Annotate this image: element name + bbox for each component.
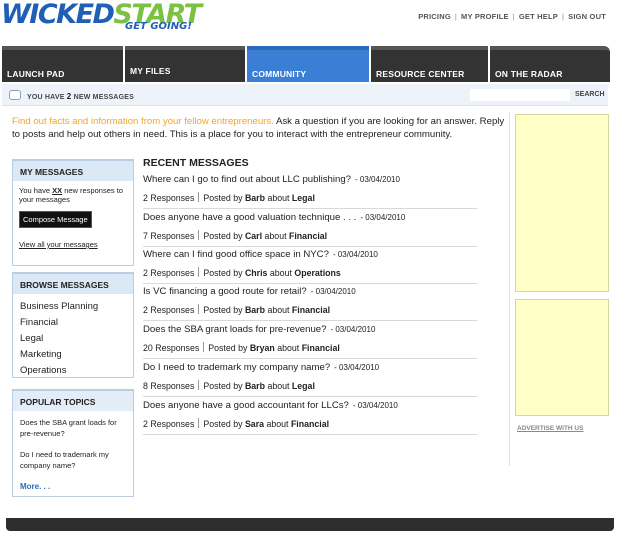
message-category[interactable]: Financial (302, 343, 340, 353)
popular-topics-panel: POPULAR TOPICS Does the SBA grant loads … (12, 389, 134, 497)
envelope-icon[interactable] (9, 90, 21, 100)
message-question[interactable]: Does the SBA grant loads for pre-revenue… (143, 324, 326, 335)
my-messages-panel: MY MESSAGES You have XX new responses to… (12, 159, 134, 266)
response-count[interactable]: 8 Responses (143, 381, 194, 391)
ad-slot-bottom[interactable] (515, 299, 609, 416)
message-date: - 03/04/2010 (332, 250, 378, 259)
search-button[interactable]: SEARCH (575, 91, 605, 98)
sign-out-link[interactable]: SIGN OUT (568, 12, 606, 21)
search-input[interactable] (470, 89, 570, 101)
my-messages-title: MY MESSAGES (13, 161, 133, 181)
message-date: - 03/04/2010 (334, 363, 380, 372)
response-count[interactable]: 2 Responses (143, 193, 194, 203)
browse-item-financial[interactable]: Financial (20, 315, 126, 331)
response-count[interactable]: 2 Responses (143, 305, 194, 315)
message-question[interactable]: Where can I go to find out about LLC pub… (143, 174, 351, 185)
message-author[interactable]: Carl (245, 231, 262, 241)
message-category[interactable]: Legal (292, 381, 315, 391)
browse-item-marketing[interactable]: Marketing (20, 347, 126, 363)
intro-text: Find out facts and information from your… (12, 115, 510, 141)
advertise-with-us-link[interactable]: ADVERTISE WITH US (517, 425, 583, 432)
my-profile-link[interactable]: MY PROFILE (461, 12, 509, 21)
message-question[interactable]: Does anyone have a good valuation techni… (143, 212, 356, 223)
message-author[interactable]: Sara (245, 419, 264, 429)
list-item: Where can I find good office space in NY… (143, 246, 477, 284)
message-category[interactable]: Operations (294, 268, 340, 278)
list-item: Does the SBA grant loads for pre-revenue… (143, 321, 477, 359)
pricing-link[interactable]: PRICING (418, 12, 451, 21)
popular-topic[interactable]: Do I need to trademark my company name? (20, 449, 126, 471)
compose-message-button[interactable]: Compose Message (19, 211, 92, 228)
response-count[interactable]: 20 Responses (143, 343, 199, 353)
logo-tagline: GET GOING! (125, 21, 192, 32)
message-author[interactable]: Barb (245, 381, 265, 391)
browse-item-operations[interactable]: Operations (20, 363, 126, 379)
message-category[interactable]: Financial (289, 231, 327, 241)
response-count[interactable]: 2 Responses (143, 268, 194, 278)
list-item: Does anyone have a good accountant for L… (143, 397, 477, 435)
message-question[interactable]: Does anyone have a good accountant for L… (143, 400, 349, 411)
column-divider (509, 112, 510, 466)
new-messages-notice[interactable]: YOU HAVE 2 NEW MESSAGES (27, 92, 134, 101)
message-date: - 03/04/2010 (352, 401, 398, 410)
list-item: Does anyone have a good valuation techni… (143, 209, 477, 247)
message-date: - 03/04/2010 (330, 325, 376, 334)
message-date: - 03/04/2010 (360, 213, 406, 222)
ad-slot-top[interactable] (515, 114, 609, 292)
new-responses-text: You have XX new responses to your messag… (19, 186, 123, 204)
top-links: PRICING | MY PROFILE | GET HELP | SIGN OUT (418, 12, 606, 21)
list-item: Where can I go to find out about LLC pub… (143, 171, 477, 209)
message-author[interactable]: Barb (245, 193, 265, 203)
browse-item-business-planning[interactable]: Business Planning (20, 299, 126, 315)
response-count[interactable]: 7 Responses (143, 231, 194, 241)
message-category[interactable]: Financial (292, 305, 330, 315)
popular-topics-title: POPULAR TOPICS (13, 391, 133, 411)
message-question[interactable]: Do I need to trademark my company name? (143, 362, 330, 373)
get-help-link[interactable]: GET HELP (519, 12, 558, 21)
message-date: - 03/04/2010 (355, 175, 400, 184)
browse-messages-title: BROWSE MESSAGES (13, 274, 133, 294)
response-count[interactable]: 2 Responses (143, 419, 194, 429)
message-question[interactable]: Is VC financing a good route for retail? (143, 286, 307, 297)
browse-messages-panel: BROWSE MESSAGES Business Planning Financ… (12, 272, 134, 378)
tab-my-files[interactable]: MY FILES (125, 46, 245, 82)
tab-on-the-radar[interactable]: ON THE RADAR (490, 46, 610, 82)
list-item: Do I need to trademark my company name? -… (143, 359, 477, 397)
popular-topic[interactable]: Does the SBA grant loads for pre-revenue… (20, 417, 126, 439)
browse-item-legal[interactable]: Legal (20, 331, 126, 347)
message-category[interactable]: Legal (292, 193, 315, 203)
message-bar: YOU HAVE 2 NEW MESSAGES SEARCH (2, 84, 608, 106)
view-all-messages-link[interactable]: View all your messages (19, 240, 127, 249)
footer-bar (6, 518, 614, 531)
recent-messages-title: RECENT MESSAGES (143, 157, 249, 169)
tab-launch-pad[interactable]: LAUNCH PAD (2, 46, 123, 82)
message-author[interactable]: Chris (245, 268, 268, 278)
intro-highlight: Find out facts and information from your… (12, 116, 274, 127)
tab-community[interactable]: COMMUNITY (247, 46, 369, 82)
message-author[interactable]: Bryan (250, 343, 275, 353)
more-topics-link[interactable]: More. . . (20, 481, 126, 492)
list-item: Is VC financing a good route for retail?… (143, 283, 477, 321)
message-question[interactable]: Where can I find good office space in NY… (143, 249, 329, 260)
main-nav: LAUNCH PAD MY FILES COMMUNITY RESOURCE C… (2, 46, 610, 82)
message-author[interactable]: Barb (245, 305, 265, 315)
logo[interactable]: WICKEDSTART GET GOING! (0, 0, 202, 40)
message-date: - 03/04/2010 (310, 287, 356, 296)
tab-resource-center[interactable]: RESOURCE CENTER (371, 46, 488, 82)
message-category[interactable]: Financial (291, 419, 329, 429)
